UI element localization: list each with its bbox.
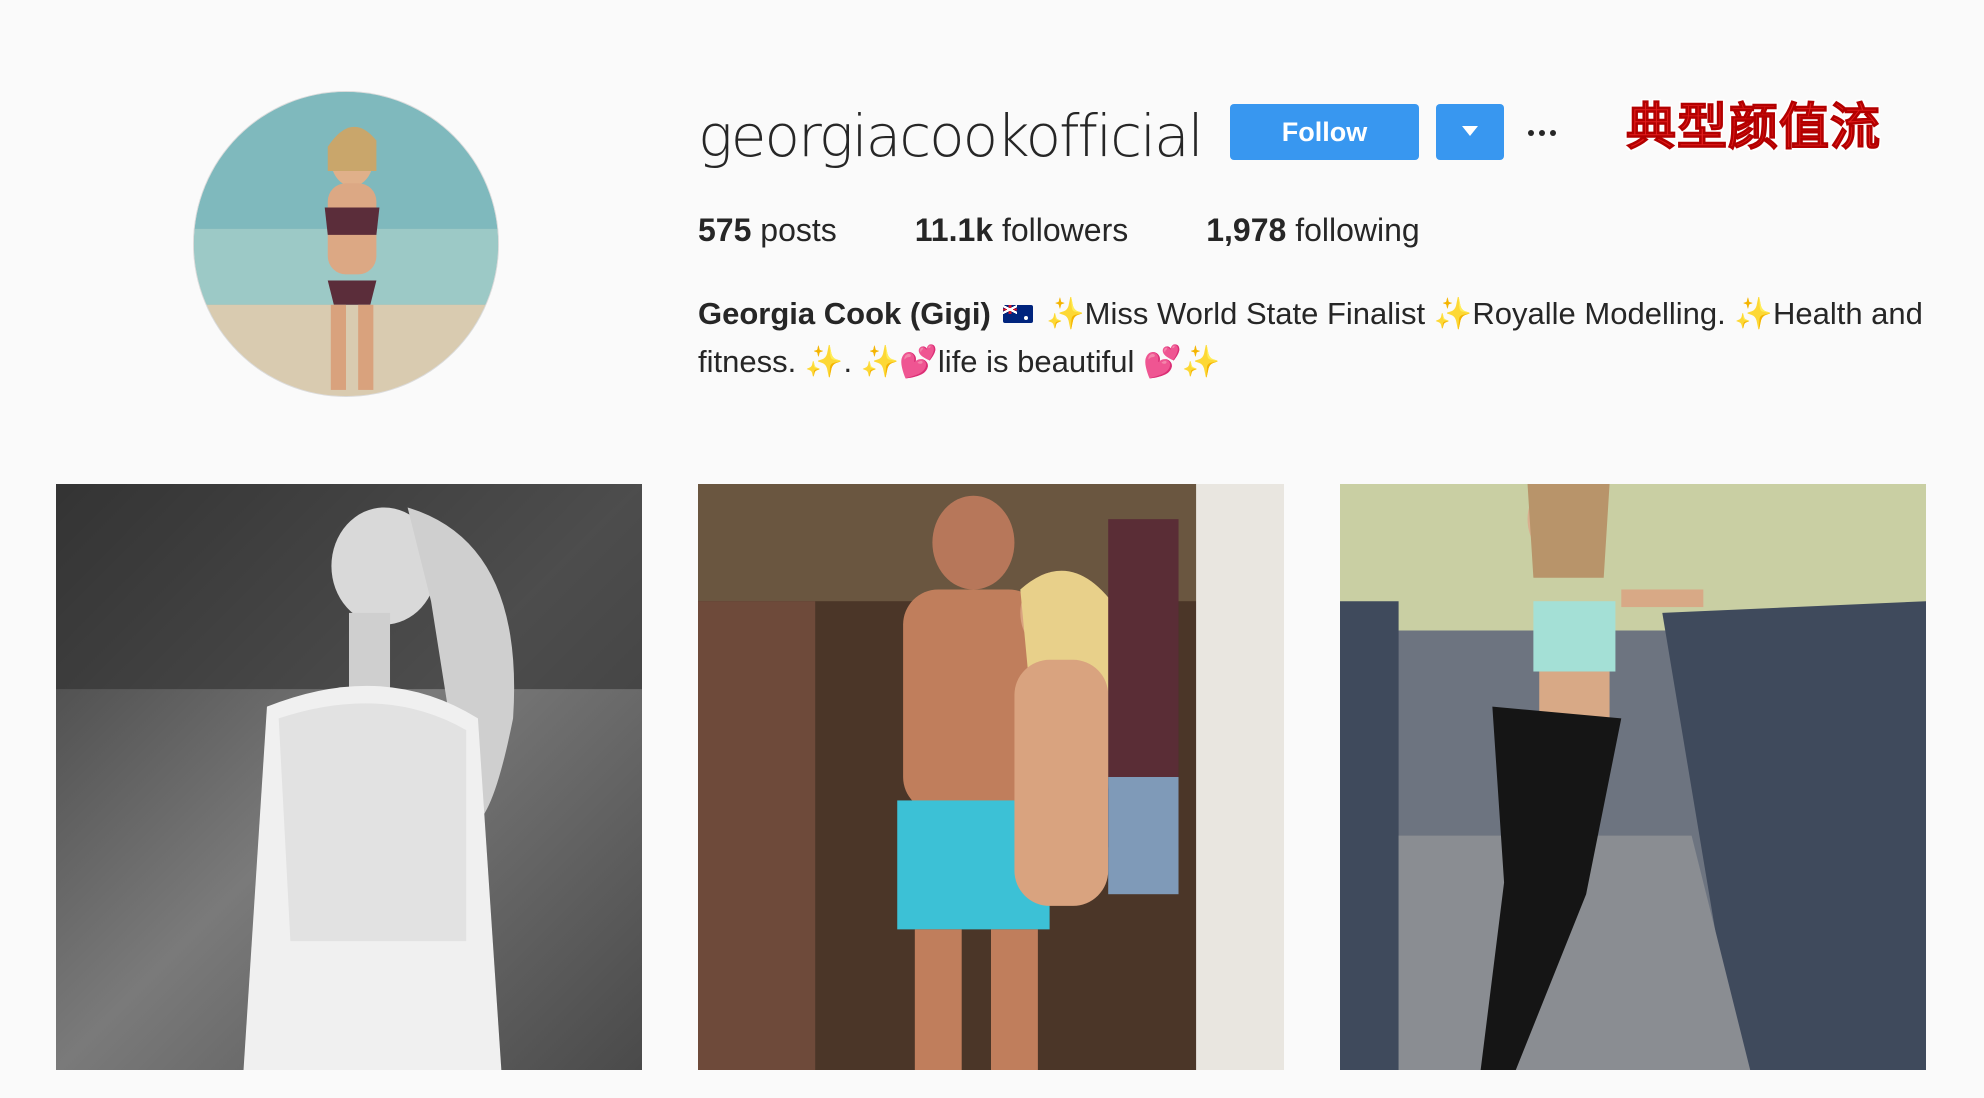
posts-label: posts bbox=[760, 212, 837, 248]
profile-bio: Georgia Cook (Gigi) ✨Miss World State Fi… bbox=[698, 290, 1928, 386]
profile-username: georgiacookofficial bbox=[698, 102, 1204, 170]
sparkle-icon: ✨ bbox=[1734, 296, 1773, 331]
bio-text-4: . bbox=[843, 344, 853, 379]
more-options-button[interactable] bbox=[1526, 112, 1558, 152]
post-thumbnail[interactable] bbox=[698, 484, 1284, 1070]
profile-stats: 575 posts 11.1k followers 1,978 followin… bbox=[698, 208, 1498, 252]
follow-button[interactable]: Follow bbox=[1230, 104, 1419, 160]
followers-stat[interactable]: 11.1k followers bbox=[915, 208, 1128, 252]
bio-text-2: Royalle Modelling. bbox=[1472, 296, 1726, 331]
instagram-profile-page: georgiacookofficial Follow 典型颜值流 575 pos… bbox=[0, 0, 1984, 1098]
post-thumbnail[interactable] bbox=[1340, 484, 1926, 1070]
bio-text-1: Miss World State Finalist bbox=[1084, 296, 1426, 331]
post-image bbox=[56, 484, 642, 1070]
bio-text-5: life is beautiful bbox=[937, 344, 1135, 379]
posts-stat: 575 posts bbox=[698, 208, 837, 252]
suggestions-dropdown-button[interactable] bbox=[1436, 104, 1504, 160]
chevron-down-icon bbox=[1462, 126, 1478, 136]
sparkle-icon: ✨ bbox=[1433, 296, 1473, 331]
post-image bbox=[698, 484, 1284, 1070]
australia-flag-icon bbox=[1003, 304, 1034, 323]
sparkle-icon: ✨ bbox=[860, 344, 900, 379]
overlay-caption: 典型颜值流 bbox=[1626, 98, 1881, 157]
sparkle-icon: ✨ bbox=[1046, 296, 1085, 331]
sparkle-icon: ✨ bbox=[804, 344, 844, 379]
avatar-image bbox=[194, 92, 498, 396]
posts-count: 575 bbox=[698, 212, 752, 248]
profile-full-name: Georgia Cook (Gigi) bbox=[698, 296, 991, 331]
post-image bbox=[1340, 484, 1926, 1070]
heart-icon: 💕 bbox=[1143, 344, 1182, 379]
followers-label: followers bbox=[1001, 212, 1129, 248]
following-label: following bbox=[1295, 212, 1420, 248]
followers-count: 11.1k bbox=[914, 212, 994, 248]
more-options-icon bbox=[1528, 130, 1534, 136]
sparkle-icon: ✨ bbox=[1181, 344, 1221, 379]
following-stat[interactable]: 1,978 following bbox=[1206, 208, 1419, 252]
profile-avatar[interactable] bbox=[194, 92, 498, 396]
following-count: 1,978 bbox=[1206, 212, 1287, 248]
heart-icon: 💕 bbox=[899, 344, 938, 379]
post-thumbnail[interactable] bbox=[56, 484, 642, 1070]
